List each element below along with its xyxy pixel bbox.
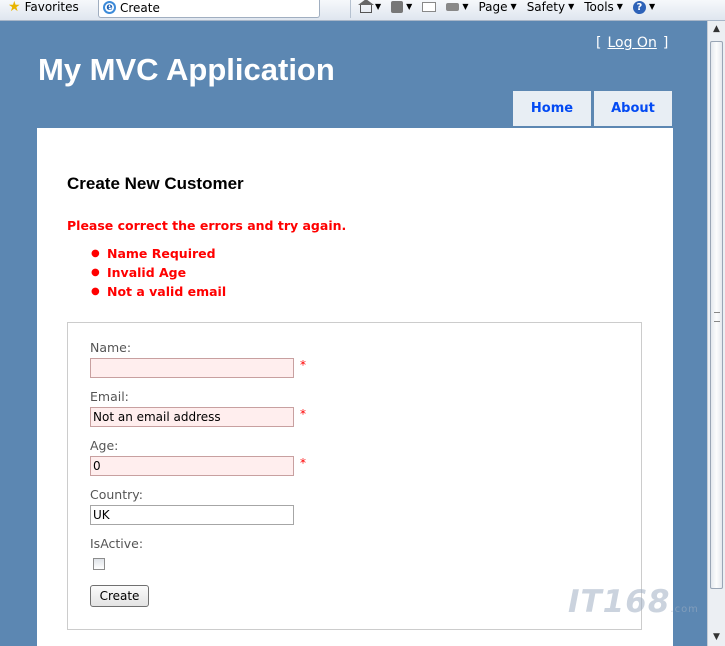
safety-menu-label: Safety <box>526 0 566 14</box>
mail-button[interactable] <box>422 2 437 12</box>
main-menu: Home About <box>513 91 675 126</box>
new-tab-button[interactable] <box>322 0 351 18</box>
customer-form-fieldset: Name: * Email: * Age: * Country: IsActiv… <box>67 322 642 630</box>
age-field-group: Age: * <box>90 438 306 476</box>
name-input[interactable] <box>90 358 294 378</box>
chevron-down-icon: ▼ <box>510 2 517 11</box>
validation-error-item: Not a valid email <box>91 282 226 301</box>
age-input[interactable] <box>90 456 294 476</box>
scroll-up-icon[interactable]: ▲ <box>708 21 725 38</box>
watermark-suffix: .com <box>670 604 699 615</box>
rss-icon <box>391 1 404 13</box>
name-error-marker: * <box>300 358 306 372</box>
country-field-group: Country: <box>90 487 294 525</box>
page-title: Create New Customer <box>67 174 244 193</box>
tools-menu-label: Tools <box>584 0 614 14</box>
ie-logo-icon: e <box>103 1 116 14</box>
page-menu[interactable]: Page ▼ <box>478 0 516 14</box>
create-button[interactable]: Create <box>90 585 149 607</box>
logon-link[interactable]: Log On <box>607 35 656 51</box>
email-label: Email: <box>90 389 129 404</box>
logon-display: [Log On] <box>596 35 669 51</box>
watermark-text: IT168 <box>568 584 671 620</box>
chevron-down-icon: ▼ <box>406 2 413 11</box>
command-bar: ▼ ▼ ▼ Page ▼ Safety ▼ Tools ▼ ? ▼ <box>358 0 665 14</box>
age-error-marker: * <box>300 456 306 470</box>
watermark-logo: IT168.com <box>568 584 699 620</box>
tab-title: Create <box>120 0 160 15</box>
name-field-group: Name: * <box>90 340 306 378</box>
menu-item-about[interactable]: About <box>594 91 672 126</box>
browser-tab-create[interactable]: e Create <box>98 0 320 18</box>
favorites-label: Favorites <box>24 0 79 14</box>
site-title: My MVC Application <box>38 52 335 87</box>
isactive-checkbox[interactable] <box>93 558 105 570</box>
help-icon: ? <box>632 0 646 14</box>
home-button[interactable]: ▼ <box>358 0 382 14</box>
favorites-button[interactable]: ★ Favorites <box>8 0 79 14</box>
menu-item-home[interactable]: Home <box>513 91 591 126</box>
chevron-down-icon: ▼ <box>648 2 656 11</box>
email-input[interactable] <box>90 407 294 427</box>
chevron-down-icon: ▼ <box>616 2 623 11</box>
email-error-marker: * <box>300 407 306 421</box>
validation-errors: Name Required Invalid Age Not a valid em… <box>91 244 226 301</box>
validation-error-item: Name Required <box>91 244 226 263</box>
help-button[interactable]: ? ▼ <box>632 0 656 14</box>
feeds-button[interactable]: ▼ <box>391 0 412 14</box>
star-icon: ★ <box>8 0 21 15</box>
name-label: Name: <box>90 340 132 355</box>
scroll-down-icon[interactable]: ▼ <box>708 629 725 646</box>
main-content: Create New Customer Please correct the e… <box>37 128 673 646</box>
age-label: Age: <box>90 438 119 453</box>
validation-error-item: Invalid Age <box>91 263 226 282</box>
browser-toolbar: ★ Favorites e Create ▼ ▼ ▼ Page ▼ Safety… <box>0 0 725 21</box>
page-menu-label: Page <box>478 0 508 14</box>
vertical-scrollbar[interactable]: ▲ ▼ <box>707 21 725 646</box>
chevron-down-icon: ▼ <box>462 2 469 11</box>
tools-menu[interactable]: Tools ▼ <box>584 0 623 14</box>
print-button[interactable]: ▼ <box>446 0 468 14</box>
grip-icon <box>714 312 720 322</box>
country-input[interactable] <box>90 505 294 525</box>
chevron-down-icon: ▼ <box>568 2 575 11</box>
email-field-group: Email: * <box>90 389 306 427</box>
scroll-thumb[interactable] <box>710 41 723 589</box>
chevron-down-icon: ▼ <box>375 2 382 11</box>
country-label: Country: <box>90 487 143 502</box>
home-icon <box>358 0 374 13</box>
safety-menu[interactable]: Safety ▼ <box>527 0 575 14</box>
isactive-label: IsActive: <box>90 536 144 551</box>
mail-icon <box>422 2 437 12</box>
isactive-field-group: IsActive: <box>90 536 143 570</box>
printer-icon <box>446 3 460 11</box>
validation-summary: Please correct the errors and try again. <box>67 218 347 233</box>
